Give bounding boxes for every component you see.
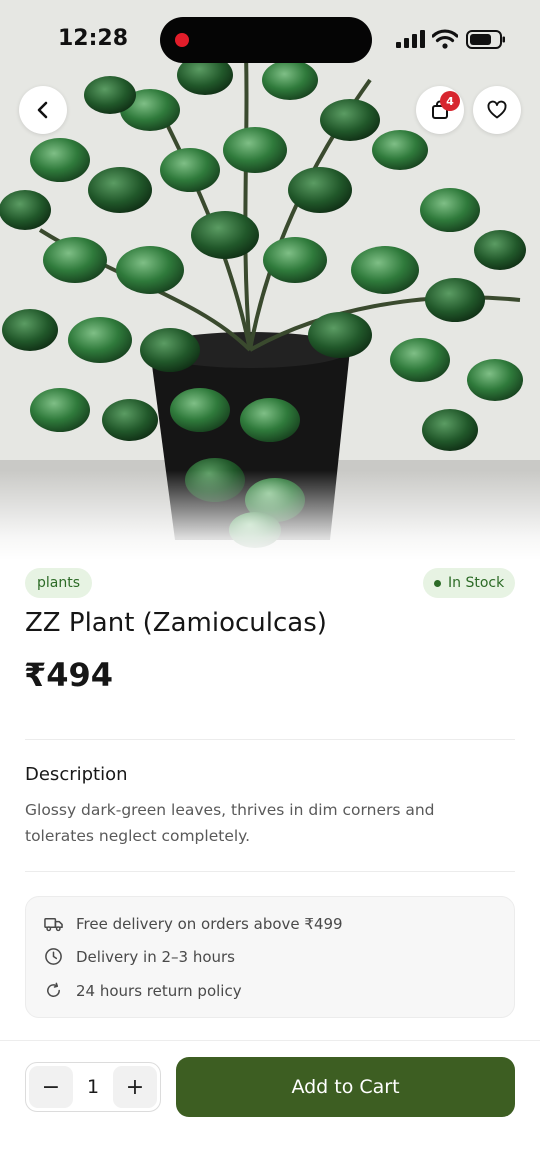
divider (25, 871, 515, 872)
favorite-button[interactable] (473, 86, 521, 134)
description-text: Glossy dark-green leaves, thrives in dim… (25, 801, 435, 845)
cellular-signal-icon (396, 30, 425, 48)
chevron-left-icon (37, 101, 48, 119)
product-price: ₹494 (24, 656, 114, 694)
status-time: 12:28 (58, 26, 129, 51)
cart-count-badge: 4 (440, 91, 460, 111)
category-tag: plants (25, 568, 93, 598)
dynamic-island (160, 17, 372, 63)
image-fade (0, 470, 540, 560)
increase-quantity-button[interactable]: + (113, 1066, 157, 1108)
stock-badge: In Stock (423, 568, 516, 598)
delivery-offer-row: Free delivery on orders above ₹499 (44, 914, 343, 933)
quantity-stepper: − 1 + (25, 1062, 161, 1112)
add-to-cart-button[interactable]: Add to Cart (176, 1057, 515, 1117)
heart-icon (487, 100, 507, 119)
truck-icon (44, 917, 63, 932)
delivery-info-card: Free delivery on orders above ₹499 Deliv… (25, 896, 515, 1018)
back-button[interactable] (19, 86, 67, 134)
product-image (0, 0, 540, 560)
divider (25, 739, 515, 740)
category-label: plants (37, 575, 81, 591)
stock-dot-icon (434, 579, 441, 587)
delivery-time-row: Delivery in 2–3 hours (44, 947, 235, 966)
product-title: ZZ Plant (Zamioculcas) (25, 608, 327, 638)
stock-label: In Stock (448, 575, 505, 591)
quantity-value: 1 (86, 1076, 100, 1098)
refresh-icon (47, 982, 60, 998)
description-heading: Description (25, 764, 128, 785)
battery-icon (466, 30, 505, 49)
recording-indicator-icon (175, 33, 189, 47)
clock-icon (45, 948, 62, 965)
decrease-quantity-button[interactable]: − (29, 1066, 73, 1108)
delivery-time-text: Delivery in 2–3 hours (76, 947, 236, 966)
delivery-offer-text: Free delivery on orders above ₹499 (76, 914, 343, 933)
status-bar: 12:28 (0, 0, 540, 80)
wifi-icon (432, 29, 458, 49)
return-policy-text: 24 hours return policy (76, 981, 242, 1000)
return-policy-row: 24 hours return policy (44, 981, 242, 1000)
